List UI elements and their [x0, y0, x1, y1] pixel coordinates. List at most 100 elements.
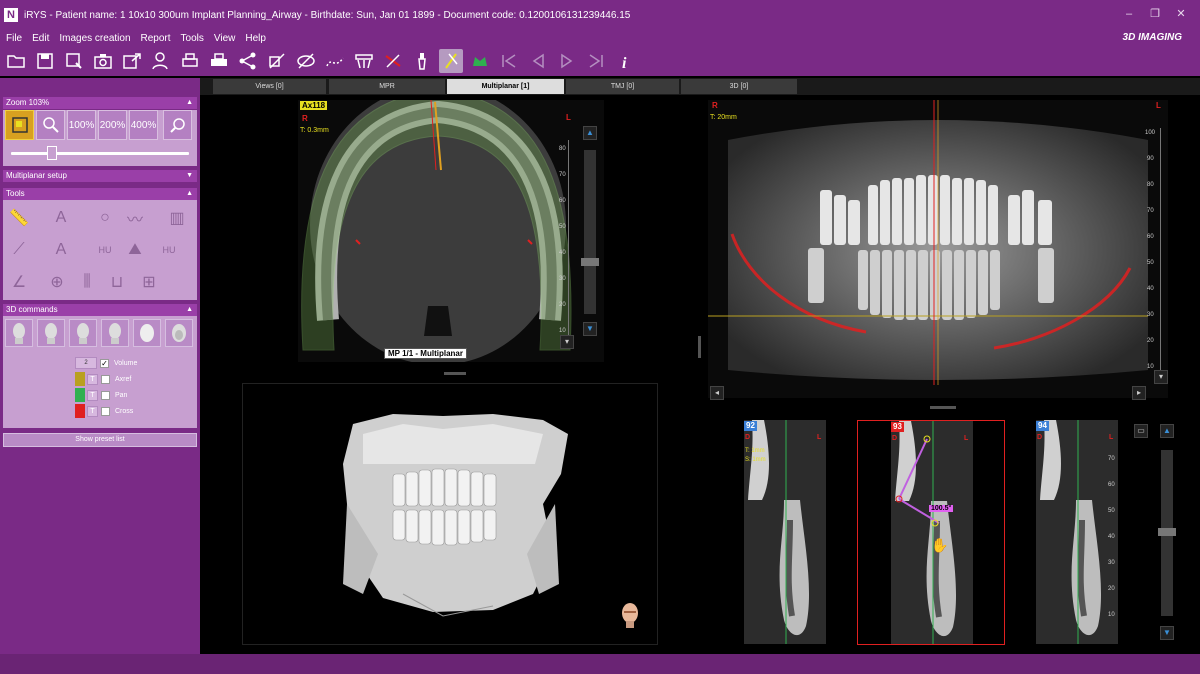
first-frame-icon[interactable]	[497, 49, 521, 73]
tab-3d[interactable]: 3D [0]	[681, 79, 797, 94]
cross-checkbox[interactable]	[101, 406, 110, 416]
menu-images-creation[interactable]: Images creation	[59, 33, 130, 44]
scroll-up-icon[interactable]: ▲	[1160, 424, 1174, 438]
print-preview-icon[interactable]	[178, 49, 202, 73]
3d-commands-header[interactable]: 3D commands ▲	[3, 304, 197, 316]
volume-3d-view[interactable]	[242, 383, 658, 645]
menu-view[interactable]: View	[214, 33, 236, 44]
orientation-head-icon[interactable]	[619, 602, 641, 628]
minimize-icon[interactable]: –	[1122, 9, 1136, 20]
implant-tool-icon[interactable]: ⫼	[73, 268, 101, 296]
remove-tool-icon[interactable]	[381, 49, 405, 73]
label-tool-icon[interactable]: A	[47, 236, 75, 264]
zoom-100-button[interactable]: 100%	[67, 110, 96, 140]
head-left-icon[interactable]	[69, 319, 97, 347]
pan-t-button[interactable]: T	[87, 389, 98, 401]
curve-tool-icon[interactable]: 〰	[121, 204, 149, 232]
trash-tool-icon[interactable]: ▥	[163, 204, 191, 232]
text-tool-icon[interactable]: A	[47, 204, 75, 232]
tab-tmj[interactable]: TMJ [0]	[566, 79, 679, 94]
cross-t-button[interactable]: T	[87, 405, 98, 417]
scroll-down-icon[interactable]: ▼	[1160, 626, 1174, 640]
implant-active-icon[interactable]	[439, 49, 463, 73]
cross-section-93-frame[interactable]: 93 D L 100.5° ✋	[857, 420, 1005, 645]
collapse-icon[interactable]: ▲	[186, 304, 193, 316]
cross-section-94[interactable]: 94 D L	[1036, 420, 1118, 644]
maximize-view-icon[interactable]: ▭	[1134, 424, 1148, 438]
zoom-400-button[interactable]: 400%	[129, 110, 158, 140]
implant-icon[interactable]	[410, 49, 434, 73]
head-front-icon[interactable]	[5, 319, 33, 347]
circle-tool-icon[interactable]: ○	[91, 204, 119, 232]
hide-icon[interactable]	[294, 49, 318, 73]
camera-icon[interactable]	[91, 49, 115, 73]
menu-edit[interactable]: Edit	[32, 33, 49, 44]
save-icon[interactable]	[33, 49, 57, 73]
axref-checkbox[interactable]	[101, 374, 110, 384]
cross-section-93[interactable]: 93 D L 100.5° ✋	[891, 421, 973, 644]
add-implant-tool-icon[interactable]: ⊕	[43, 268, 71, 296]
head-right-icon[interactable]	[37, 319, 65, 347]
tools-header[interactable]: Tools ▲	[3, 188, 197, 200]
scan-icon[interactable]	[265, 49, 289, 73]
folder-open-icon[interactable]	[4, 49, 28, 73]
info-icon[interactable]: i	[613, 49, 637, 73]
tab-mpr[interactable]: MPR	[329, 79, 445, 94]
crown-tool-icon[interactable]: ⊞	[135, 268, 163, 296]
pan-collapse-icon[interactable]: ▾	[1154, 370, 1168, 384]
save-as-icon[interactable]	[62, 49, 86, 73]
tab-views[interactable]: Views [0]	[213, 79, 326, 94]
share-icon[interactable]	[236, 49, 260, 73]
next-frame-icon[interactable]	[555, 49, 579, 73]
pan-color-swatch[interactable]	[75, 388, 85, 402]
cross-scroll-thumb[interactable]	[1158, 528, 1176, 536]
profile-tool-icon[interactable]: ⛰	[121, 236, 149, 264]
hu-area-tool-icon[interactable]: HU	[155, 236, 183, 264]
zoom-200-button[interactable]: 200%	[98, 110, 127, 140]
pan-scroll-left-icon[interactable]: ◂	[710, 386, 724, 400]
panoramic-view[interactable]: R L T: 20mm 100 90 80 70 60 50 40 30 20 …	[708, 100, 1168, 400]
patient-icon[interactable]	[149, 49, 173, 73]
zoom-slider-thumb[interactable]	[47, 146, 57, 160]
zoom-header[interactable]: Zoom 103% ▲	[3, 97, 197, 109]
zoom-slider-track[interactable]	[11, 152, 189, 155]
nerve-tool-icon[interactable]	[323, 49, 347, 73]
tube-tool-icon[interactable]: ⊔	[103, 268, 131, 296]
collapse-icon[interactable]: ▲	[186, 97, 193, 109]
scroll-down-icon[interactable]: ▼	[583, 322, 597, 336]
splitter-handle[interactable]	[698, 336, 701, 358]
menu-report[interactable]: Report	[141, 33, 171, 44]
crown-icon[interactable]	[468, 49, 492, 73]
scroll-up-icon[interactable]: ▲	[583, 126, 597, 140]
close-icon[interactable]: ✕	[1174, 9, 1188, 20]
menu-tools[interactable]: Tools	[181, 33, 204, 44]
pan-checkbox[interactable]	[101, 390, 110, 400]
head-bottom-icon[interactable]	[165, 319, 193, 347]
mask-icon[interactable]	[352, 49, 376, 73]
maximize-icon[interactable]: ❐	[1148, 9, 1162, 20]
expand-icon[interactable]: ▼	[186, 170, 193, 182]
axref-t-button[interactable]: T	[87, 373, 98, 385]
collapse-icon[interactable]: ▲	[186, 188, 193, 200]
angle-tool-icon[interactable]: ∠	[5, 268, 33, 296]
polyline-tool-icon[interactable]: ⟋	[5, 236, 33, 264]
tab-multiplanar[interactable]: Multiplanar [1]	[447, 79, 564, 94]
volume-checkbox[interactable]: ✓	[100, 358, 109, 368]
menu-file[interactable]: File	[6, 33, 22, 44]
show-preset-list-button[interactable]: Show preset list	[3, 433, 197, 447]
splitter-handle[interactable]	[930, 406, 956, 409]
head-top-icon[interactable]	[133, 319, 161, 347]
zoom-lens-button[interactable]	[36, 110, 65, 140]
ruler-tool-icon[interactable]: 📏	[5, 204, 33, 232]
print-icon[interactable]	[207, 49, 231, 73]
head-back-icon[interactable]	[101, 319, 129, 347]
cross-color-swatch[interactable]	[75, 404, 85, 418]
axial-scroll-thumb[interactable]	[581, 258, 599, 266]
axial-scrollbar[interactable]	[584, 150, 596, 314]
collapse-view-icon[interactable]: ▾	[560, 335, 574, 349]
export-icon[interactable]	[120, 49, 144, 73]
hu-point-tool-icon[interactable]: HU	[91, 236, 119, 264]
axial-view[interactable]: Ax118 R L T: 0.3mm 80 70 60 50 40 30 20 …	[298, 100, 604, 362]
multiplanar-setup-header[interactable]: Multiplanar setup ▼	[3, 170, 197, 182]
axref-color-swatch[interactable]	[75, 372, 85, 386]
